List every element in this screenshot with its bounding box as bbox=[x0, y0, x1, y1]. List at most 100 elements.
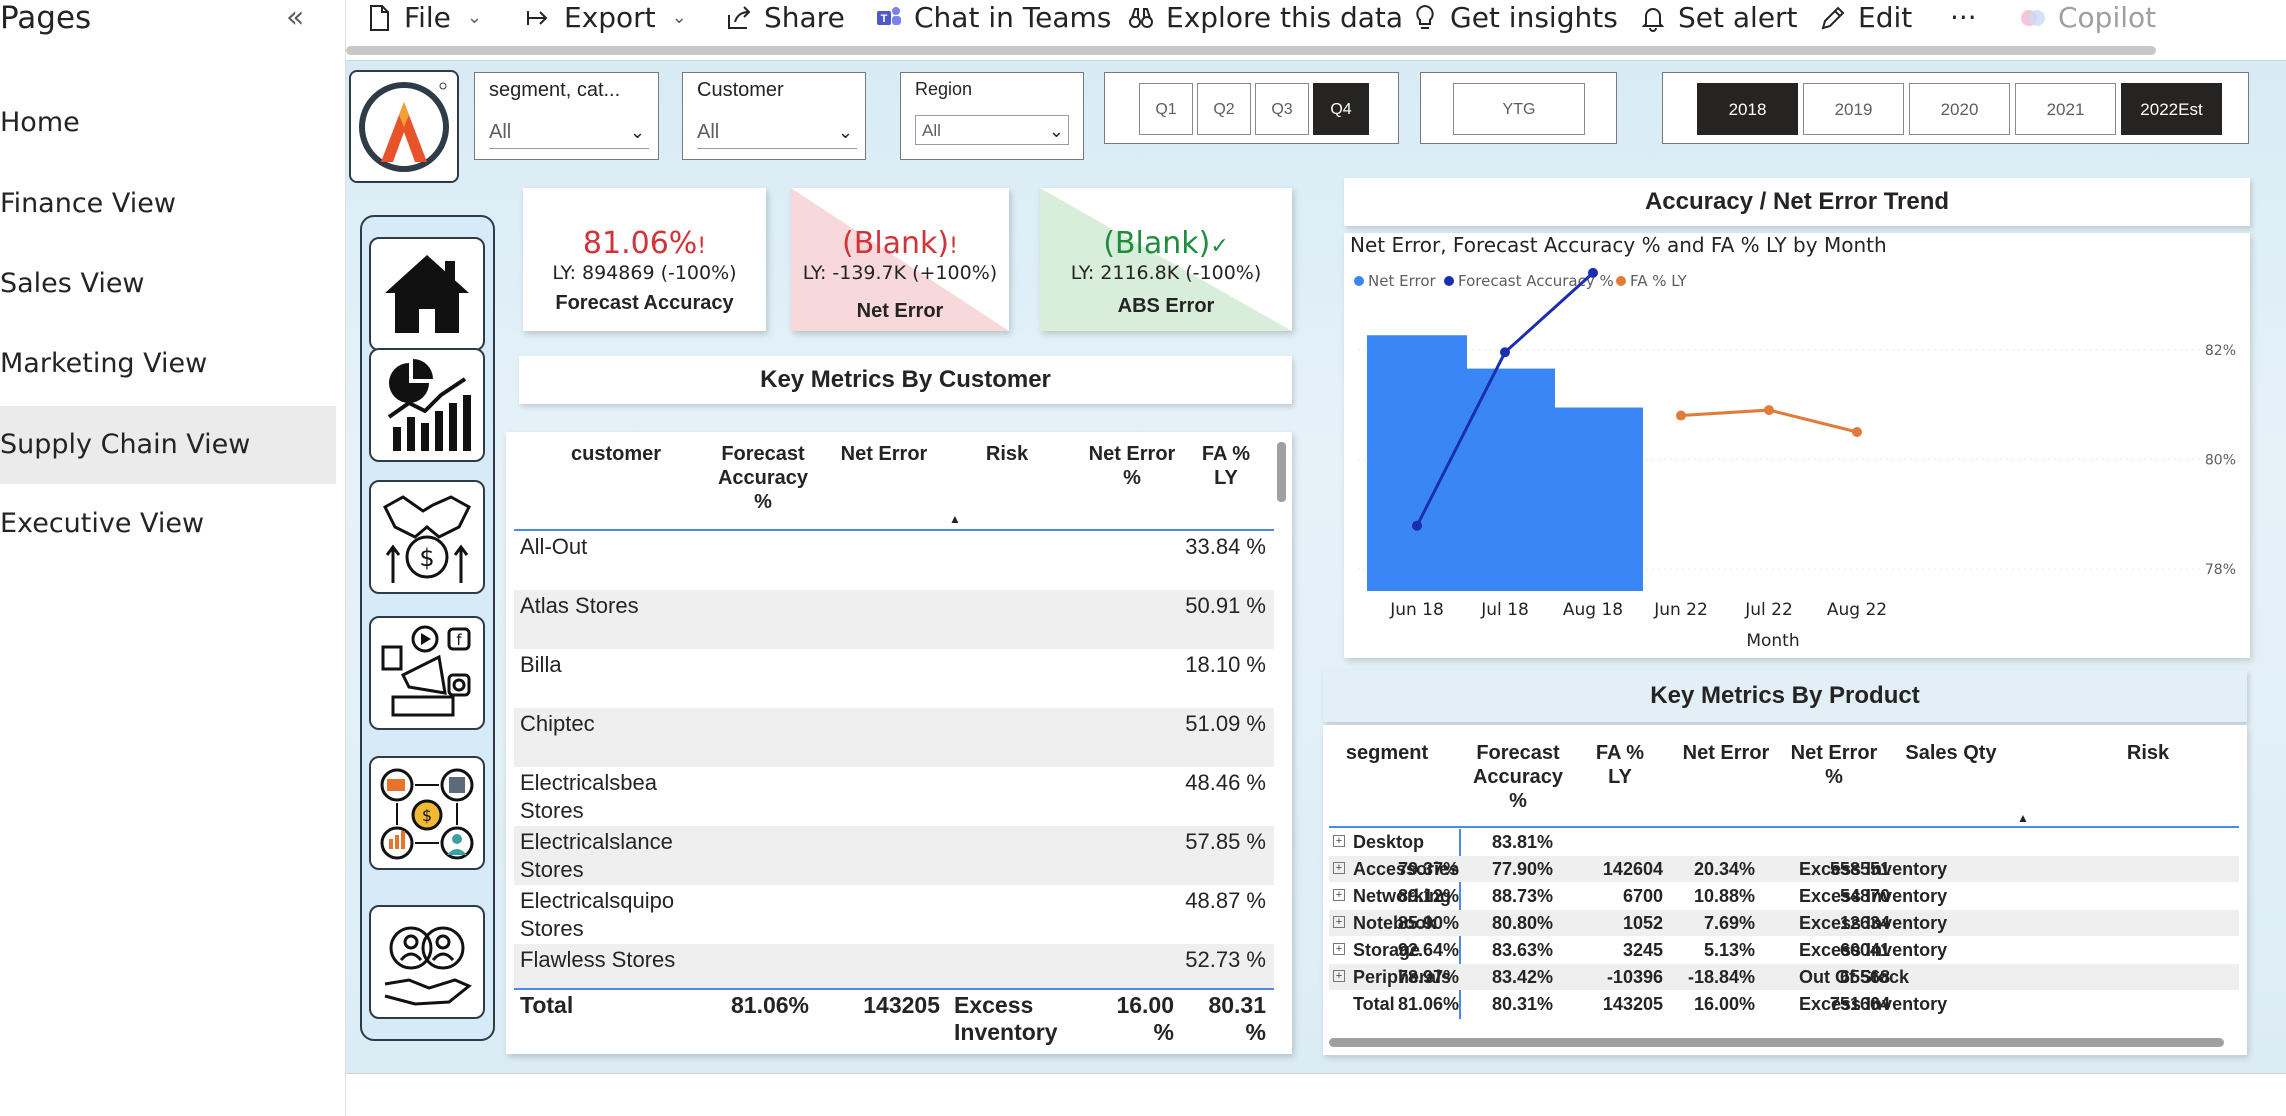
region-slicer[interactable]: Region All ⌄ bbox=[900, 72, 1084, 160]
page-item-finance[interactable]: Finance View bbox=[0, 165, 336, 243]
file-menu[interactable]: File ⌄ bbox=[364, 0, 482, 36]
nav-sales-button[interactable]: $ bbox=[369, 480, 485, 594]
column-header-forecast-accuracy[interactable]: Forecast Accuracy % bbox=[708, 442, 818, 514]
region-dropdown[interactable]: All ⌄ bbox=[915, 115, 1069, 145]
column-header-risk[interactable]: Risk bbox=[2083, 741, 2213, 765]
year-button-2018[interactable]: 2018 bbox=[1697, 83, 1798, 135]
table-row[interactable]: + Desktop 83.81% bbox=[1329, 829, 2239, 855]
expand-icon[interactable]: + bbox=[1333, 889, 1345, 901]
column-header-forecast-accuracy[interactable]: Forecast Accuracy % bbox=[1463, 741, 1573, 813]
customer-section-title: Key Metrics By Customer bbox=[519, 356, 1292, 404]
table-row[interactable]: Billa 18.10 % bbox=[514, 649, 1274, 708]
column-header-net-error-pct[interactable]: Net Error % bbox=[1082, 442, 1182, 490]
table-row[interactable]: Flawless Stores 52.73 % bbox=[514, 944, 1274, 988]
fa-ly-cell: 88.73% bbox=[1491, 886, 1553, 906]
column-header-net-error-pct[interactable]: Net Error % bbox=[1789, 741, 1879, 789]
column-header-fa-ly[interactable]: FA % LY bbox=[1190, 442, 1262, 490]
year-button-2021[interactable]: 2021 bbox=[2015, 83, 2116, 135]
segment-slicer[interactable]: segment, cat... All ⌄ bbox=[474, 72, 659, 160]
net-error-cell: 143205 bbox=[1602, 994, 1663, 1014]
table-row[interactable]: Chiptec 51.09 % bbox=[514, 708, 1274, 767]
expand-icon[interactable]: + bbox=[1333, 835, 1345, 847]
table-row[interactable]: Atlas Stores 50.91 % bbox=[514, 590, 1274, 649]
expand-icon[interactable]: + bbox=[1333, 943, 1345, 955]
product-metrics-table: segment Forecast Accuracy % FA % LY Net … bbox=[1323, 725, 2247, 1055]
kpi-abs-error: (Blank)✓ LY: 2116.8K (-100%) ABS Error bbox=[1040, 188, 1292, 331]
table-row[interactable]: + Accessories 79.37% 77.90% 142604 20.34% 5585… bbox=[1329, 856, 2239, 882]
nav-executive-button[interactable] bbox=[369, 905, 485, 1019]
nav-home-button[interactable] bbox=[369, 237, 485, 351]
page-item-executive[interactable]: Executive View bbox=[0, 485, 336, 563]
table-horizontal-scrollbar[interactable] bbox=[1329, 1038, 2224, 1047]
copilot-button[interactable]: Copilot bbox=[2018, 0, 2156, 36]
export-menu[interactable]: Export ⌄ bbox=[524, 0, 687, 36]
table-row[interactable]: Electricalsquipo Stores 48.87 % bbox=[514, 885, 1274, 944]
table-row[interactable]: Electricalslance Stores 57.85 % bbox=[514, 826, 1274, 885]
get-insights-button[interactable]: Get insights bbox=[1410, 0, 1618, 36]
quarter-button-q2[interactable]: Q2 bbox=[1197, 83, 1251, 135]
table-row[interactable]: + Storage 92.64% 83.63% 3245 5.13% 60041 Excess… bbox=[1329, 937, 2239, 963]
year-button-2019[interactable]: 2019 bbox=[1803, 83, 1904, 135]
total-row: Total 81.06% 143205 Excess Inventory 16.… bbox=[514, 988, 1274, 1052]
fa-ly-value: 52.73 % bbox=[1185, 947, 1266, 972]
net-error-pct-cell: 16.00% bbox=[1693, 994, 1755, 1014]
expand-icon[interactable]: + bbox=[1333, 916, 1345, 928]
total-label: Total bbox=[520, 992, 574, 1018]
table-scrollbar[interactable] bbox=[1277, 442, 1286, 502]
table-row[interactable]: All-Out 33.84 % bbox=[514, 531, 1274, 590]
nav-marketing-button[interactable]: f bbox=[369, 616, 485, 730]
table-row[interactable]: Electricalsbea Stores 48.46 % bbox=[514, 767, 1274, 826]
nav-supply-chain-button[interactable]: $ bbox=[369, 756, 485, 870]
customer-slicer[interactable]: Customer All ⌄ bbox=[682, 72, 866, 160]
customer-dropdown[interactable]: All ⌄ bbox=[697, 115, 857, 149]
column-header-risk[interactable]: Risk bbox=[952, 442, 1062, 466]
marketing-megaphone-icon: f bbox=[381, 625, 471, 717]
toolbar-scrollbar[interactable] bbox=[346, 46, 2156, 55]
table-row[interactable]: + Notebook 85.90% 80.80% 1052 7.69% 12634 Exces… bbox=[1329, 910, 2239, 936]
nav-finance-button[interactable] bbox=[369, 348, 485, 462]
year-button-2022est[interactable]: 2022Est bbox=[2121, 83, 2222, 135]
column-header-customer[interactable]: customer bbox=[536, 442, 696, 466]
column-header-fa-ly[interactable]: FA % LY bbox=[1585, 741, 1655, 789]
page-item-sales[interactable]: Sales View bbox=[0, 245, 336, 323]
table-row[interactable]: + Peripherals 78.97% 83.42% -10396 -18.84% 655… bbox=[1329, 964, 2239, 990]
fa-cell: 89.12% bbox=[1397, 886, 1459, 906]
expand-icon[interactable]: + bbox=[1333, 970, 1345, 982]
net-error-pct-cell: 20.34% bbox=[1693, 859, 1755, 879]
segment-dropdown[interactable]: All ⌄ bbox=[489, 115, 649, 149]
share-button[interactable]: Share bbox=[724, 0, 845, 36]
net-error-pct-cell: -18.84% bbox=[1687, 967, 1755, 987]
page-item-marketing[interactable]: Marketing View bbox=[0, 325, 336, 403]
ytg-button[interactable]: YTG bbox=[1453, 83, 1585, 135]
quarter-button-q4[interactable]: Q4 bbox=[1313, 83, 1369, 135]
collapse-pages-icon[interactable]: « bbox=[286, 0, 304, 35]
total-risk: Excess Inventory bbox=[954, 992, 1058, 1045]
risk-cell: Excess Inventory bbox=[1799, 994, 1948, 1014]
quarter-button-q1[interactable]: Q1 bbox=[1139, 83, 1193, 135]
fa-ly-cell: 80.80% bbox=[1491, 913, 1553, 933]
explore-data-button[interactable]: Explore this data bbox=[1126, 0, 1403, 36]
column-header-segment[interactable]: segment bbox=[1337, 741, 1437, 765]
fa-ly-value: 57.85 % bbox=[1185, 829, 1266, 854]
set-alert-button[interactable]: Set alert bbox=[1638, 0, 1798, 36]
chat-in-teams-button[interactable]: T Chat in Teams bbox=[874, 0, 1111, 36]
column-header-net-error[interactable]: Net Error bbox=[824, 442, 944, 466]
year-selector: 2018 2019 2020 2021 2022Est bbox=[1662, 72, 2249, 144]
legend-marker bbox=[1444, 276, 1454, 286]
right-axis-tick-label: 80% bbox=[2205, 452, 2236, 468]
canvas-footer bbox=[346, 1073, 2286, 1116]
year-button-2020[interactable]: 2020 bbox=[1909, 83, 2010, 135]
net-error-cell: 142604 bbox=[1602, 859, 1663, 879]
column-header-net-error[interactable]: Net Error bbox=[1671, 741, 1781, 765]
x-axis-tick-label: Jun 18 bbox=[1389, 600, 1444, 620]
column-header-sales-qty[interactable]: Sales Qty bbox=[1891, 741, 2011, 765]
more-options-icon[interactable]: ··· bbox=[1950, 0, 1977, 36]
page-item-home[interactable]: Home bbox=[0, 84, 336, 162]
edit-button[interactable]: Edit bbox=[1818, 0, 1912, 36]
page-item-supply-chain[interactable]: Supply Chain View bbox=[0, 406, 336, 484]
x-axis-tick-label: Jul 18 bbox=[1480, 600, 1529, 620]
segment-value: All bbox=[489, 121, 512, 143]
table-row[interactable]: + Networking 89.12% 88.73% 6700 10.88% 54870 Ex… bbox=[1329, 883, 2239, 909]
expand-icon[interactable]: + bbox=[1333, 862, 1345, 874]
quarter-button-q3[interactable]: Q3 bbox=[1255, 83, 1309, 135]
